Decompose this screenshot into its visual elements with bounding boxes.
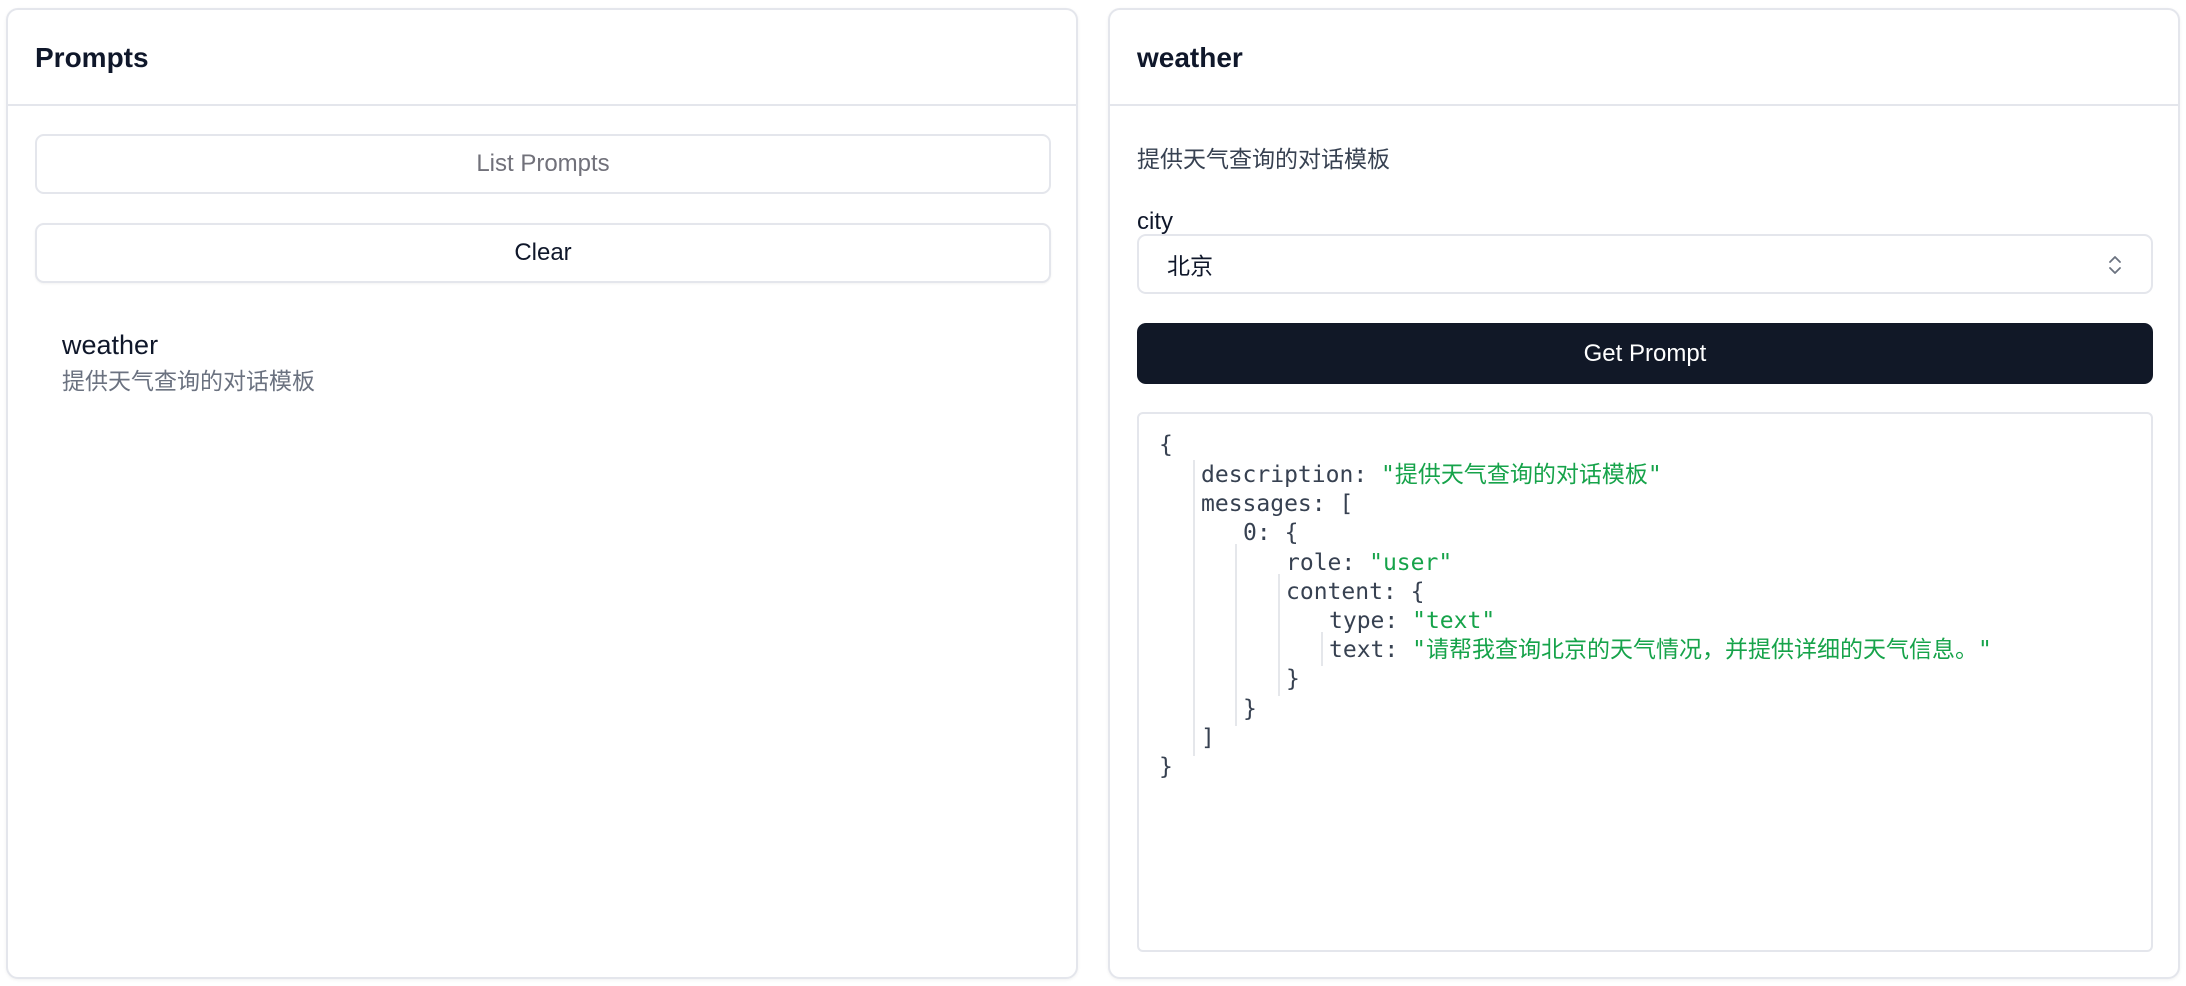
- prompt-detail-title: weather: [1137, 42, 1243, 73]
- city-field-label: city: [1137, 208, 1173, 235]
- prompt-list-item-weather[interactable]: weather 提供天气查询的对话模板: [62, 328, 1042, 398]
- indent-guide: [1193, 460, 1195, 756]
- json-line: description: "提供天气查询的对话模板": [1201, 462, 1662, 488]
- json-line: text: "请帮我查询北京的天气情况，并提供详细的天气信息。": [1329, 637, 1992, 663]
- prompt-item-description: 提供天气查询的对话模板: [62, 368, 315, 394]
- get-prompt-button[interactable]: Get Prompt: [1137, 323, 2153, 384]
- chevron-up-down-icon: [2109, 256, 2121, 274]
- json-line: }: [1243, 696, 1257, 722]
- clear-button[interactable]: Clear: [35, 223, 1051, 283]
- list-prompts-button[interactable]: List Prompts: [35, 134, 1051, 194]
- json-line: role: "user": [1286, 550, 1453, 576]
- city-select-value: 北京: [1167, 253, 1213, 279]
- json-line: messages: [: [1201, 491, 1354, 517]
- prompt-detail-panel: weather 提供天气查询的对话模板 city 北京 Get Prompt {…: [1108, 8, 2180, 979]
- json-line: content: {: [1286, 579, 1425, 605]
- json-line: ]: [1201, 725, 1215, 751]
- prompt-detail-header: weather: [1110, 10, 2178, 106]
- city-select[interactable]: 北京: [1137, 234, 2153, 294]
- json-line: {: [1159, 432, 1173, 458]
- json-line: }: [1159, 754, 1173, 780]
- prompt-result-json: { description: "提供天气查询的对话模板" messages: […: [1137, 412, 2153, 952]
- prompt-item-name: weather: [62, 330, 159, 360]
- indent-guide: [1321, 632, 1323, 666]
- prompts-panel: Prompts List Prompts Clear weather 提供天气查…: [6, 8, 1078, 979]
- json-line: type: "text": [1329, 608, 1496, 634]
- prompts-panel-title: Prompts: [35, 42, 149, 73]
- json-line: }: [1286, 666, 1300, 692]
- indent-guide: [1278, 574, 1280, 696]
- indent-guide: [1235, 544, 1237, 726]
- json-line: 0: {: [1243, 520, 1299, 546]
- prompt-description: 提供天气查询的对话模板: [1137, 146, 1390, 172]
- prompts-panel-header: Prompts: [8, 10, 1076, 106]
